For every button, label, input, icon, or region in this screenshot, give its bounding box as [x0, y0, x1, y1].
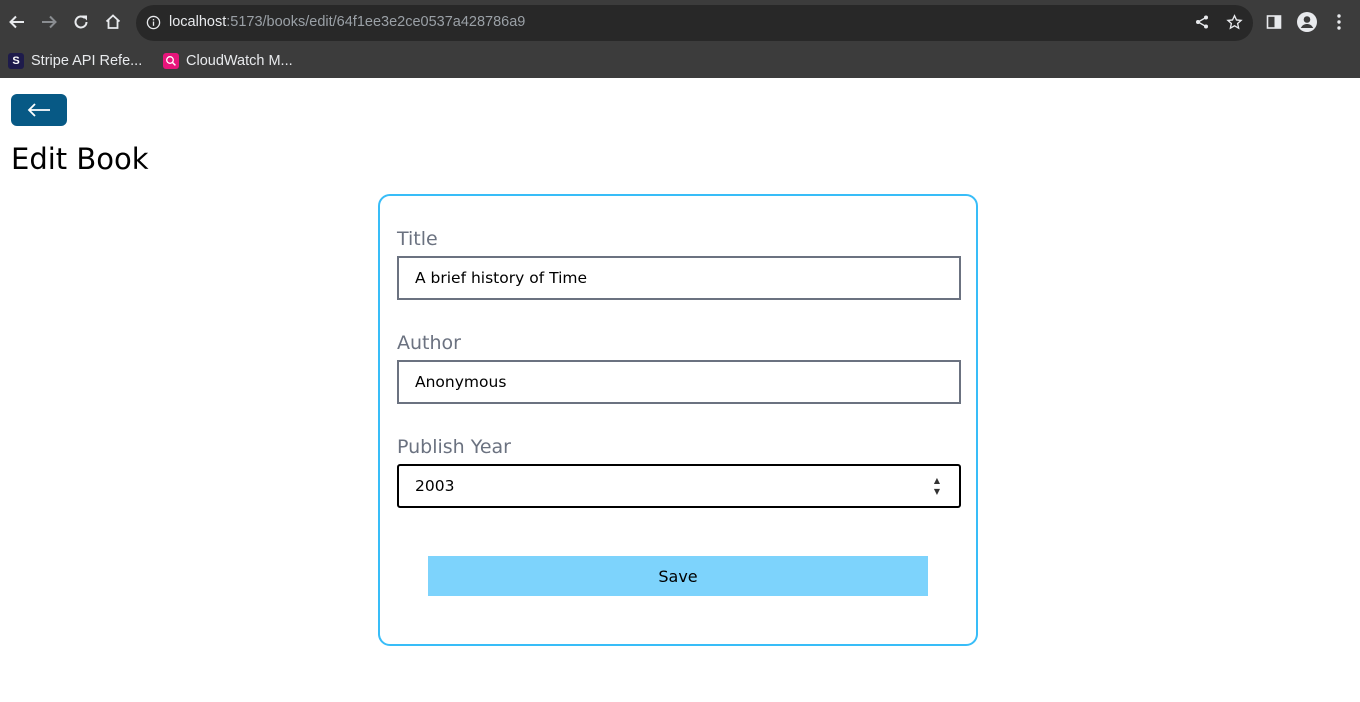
site-info-icon[interactable] — [146, 15, 161, 34]
publish-year-input-value: 2003 — [415, 477, 455, 495]
bookmark-star-icon[interactable] — [1226, 14, 1243, 35]
browser-menu-icon[interactable] — [1326, 9, 1352, 35]
browser-back-icon[interactable] — [3, 8, 31, 36]
edit-book-form: Title A brief history of Time Author Ano… — [378, 194, 978, 646]
spinner-up-icon[interactable]: ▲ — [934, 476, 940, 485]
title-input[interactable]: A brief history of Time — [397, 256, 961, 300]
reload-icon[interactable] — [67, 8, 95, 36]
spinner-down-icon[interactable]: ▼ — [934, 487, 940, 496]
author-input-value: Anonymous — [415, 373, 507, 391]
arrow-left-icon — [27, 103, 50, 117]
number-spinner[interactable]: ▲ ▼ — [931, 476, 943, 496]
author-label: Author — [397, 332, 461, 354]
author-input[interactable]: Anonymous — [397, 360, 961, 404]
publish-year-label: Publish Year — [397, 436, 511, 458]
title-input-value: A brief history of Time — [415, 269, 588, 287]
address-bar[interactable]: localhost:5173/books/edit/64f1ee3e2ce053… — [136, 5, 1253, 41]
publish-year-input[interactable]: 2003 ▲ ▼ — [397, 464, 961, 508]
browser-chrome: localhost:5173/books/edit/64f1ee3e2ce053… — [0, 0, 1360, 78]
bookmarks-bar: S Stripe API Refe... CloudWatch M... — [0, 44, 1360, 78]
save-button[interactable]: Save — [428, 556, 928, 596]
share-icon[interactable] — [1194, 14, 1210, 34]
page-content: Edit Book Title A brief history of Time … — [0, 78, 1360, 702]
cloudwatch-icon — [163, 53, 179, 69]
bookmark-cloudwatch[interactable]: CloudWatch M... — [163, 50, 293, 72]
home-icon[interactable] — [99, 8, 127, 36]
bookmark-stripe[interactable]: S Stripe API Refe... — [8, 50, 142, 72]
browser-forward-icon[interactable] — [35, 8, 63, 36]
url-text: localhost:5173/books/edit/64f1ee3e2ce053… — [169, 14, 526, 30]
profile-avatar-icon[interactable] — [1294, 9, 1320, 35]
title-label: Title — [397, 228, 438, 250]
browser-toolbar: localhost:5173/books/edit/64f1ee3e2ce053… — [0, 0, 1360, 44]
page-title: Edit Book — [11, 142, 149, 176]
stripe-icon: S — [8, 53, 24, 69]
back-button[interactable] — [11, 94, 67, 126]
side-panel-icon[interactable] — [1261, 9, 1287, 35]
